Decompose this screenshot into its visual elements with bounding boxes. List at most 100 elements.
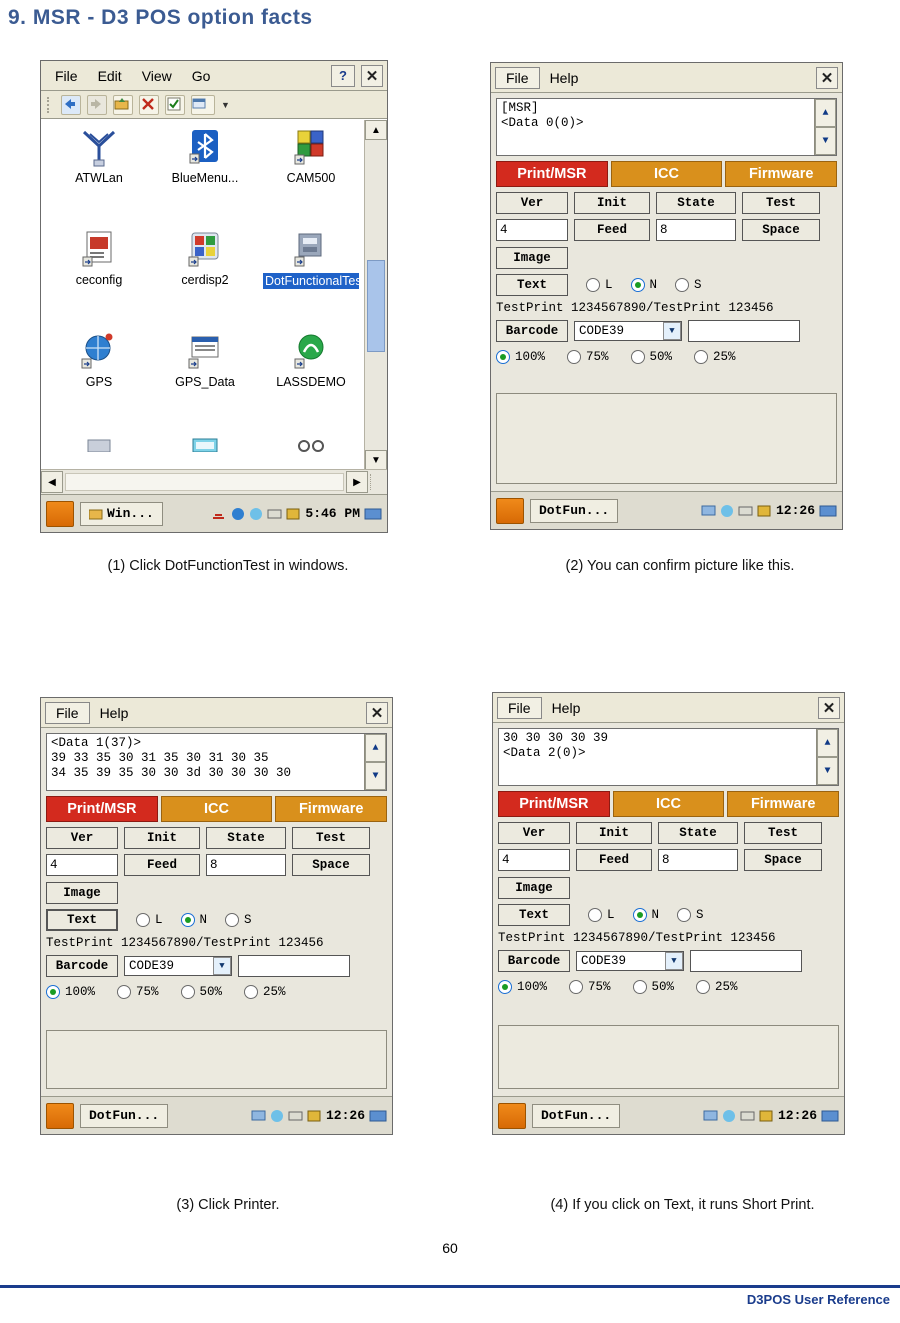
taskbar-window-button[interactable]: DotFun...	[532, 1103, 621, 1128]
menu-help[interactable]: Help	[90, 703, 139, 723]
forward-icon[interactable]	[87, 94, 107, 115]
barcode-type-select[interactable]: CODE39 ▼	[574, 321, 682, 341]
image-button[interactable]: Image	[46, 882, 118, 904]
desktop-icon-cerdisp2[interactable]: cerdisp2	[153, 230, 257, 287]
tab-firmware[interactable]: Firmware	[275, 796, 388, 822]
space-value-field[interactable]: 8	[656, 219, 736, 241]
barcode-button[interactable]: Barcode	[46, 955, 118, 977]
scroll-track[interactable]	[65, 473, 344, 491]
explorer-horizontal-scrollbar[interactable]: ◀ ▶	[41, 469, 387, 494]
barcode-type-select[interactable]: CODE39 ▼	[124, 956, 232, 976]
space-button[interactable]: Space	[292, 854, 370, 876]
radio-size-s[interactable]: S	[225, 913, 252, 927]
init-button[interactable]: Init	[124, 827, 200, 849]
tab-firmware[interactable]: Firmware	[725, 161, 838, 187]
properties-icon[interactable]	[165, 94, 185, 115]
scroll-down-icon[interactable]: ▼	[365, 762, 386, 790]
radio-size-l[interactable]: L	[588, 908, 615, 922]
init-button[interactable]: Init	[576, 822, 652, 844]
desktop-icon-partial-1[interactable]	[47, 434, 151, 455]
space-value-field[interactable]: 8	[206, 854, 286, 876]
start-icon[interactable]	[46, 500, 74, 527]
radio-scale-75[interactable]: 75%	[569, 980, 611, 994]
explorer-vertical-scrollbar[interactable]: ▲ ▼	[364, 120, 387, 470]
resize-grip[interactable]	[370, 474, 387, 490]
menu-help[interactable]: Help	[542, 698, 591, 718]
ver-button[interactable]: Ver	[498, 822, 570, 844]
radio-scale-25[interactable]: 25%	[696, 980, 738, 994]
test-button[interactable]: Test	[292, 827, 370, 849]
radio-scale-100[interactable]: 100%	[496, 350, 545, 364]
feed-value-field[interactable]: 4	[46, 854, 118, 876]
barcode-button[interactable]: Barcode	[498, 950, 570, 972]
msr2-scrollbar[interactable]: ▲ ▼	[814, 99, 836, 155]
desktop-icon-bluemenu[interactable]: BlueMenu...	[153, 128, 257, 185]
taskbar-window-button[interactable]: DotFun...	[530, 498, 619, 523]
desktop-icon-gps[interactable]: GPS	[47, 332, 151, 389]
text-button[interactable]: Text	[498, 904, 570, 926]
taskbar-window-button[interactable]: DotFun...	[80, 1103, 169, 1128]
scroll-up-icon[interactable]: ▲	[365, 734, 386, 762]
feed-button[interactable]: Feed	[576, 849, 652, 871]
radio-scale-100[interactable]: 100%	[46, 985, 95, 999]
menu-edit[interactable]: Edit	[88, 66, 132, 86]
radio-scale-75[interactable]: 75%	[117, 985, 159, 999]
chevron-down-icon[interactable]: ▼	[665, 952, 683, 970]
desktop-icon-dotfunctionaltest[interactable]: DotFunctionalTest	[259, 230, 365, 289]
desktop-icon-gps-data[interactable]: GPS_Data	[153, 332, 257, 389]
desktop-icon-atwlan[interactable]: ATWLan	[47, 128, 151, 185]
scroll-down-icon[interactable]: ▼	[817, 757, 838, 785]
menu-file[interactable]: File	[497, 696, 542, 719]
tab-icc[interactable]: ICC	[160, 796, 273, 822]
taskbar-window-button[interactable]: Win...	[80, 501, 163, 526]
menu-go[interactable]: Go	[182, 66, 221, 86]
menu-file[interactable]: File	[495, 66, 540, 89]
desktop-icon-lassdemo[interactable]: LASSDEMO	[259, 332, 363, 389]
start-icon[interactable]	[498, 1102, 526, 1129]
feed-button[interactable]: Feed	[574, 219, 650, 241]
barcode-type-select[interactable]: CODE39 ▼	[576, 951, 684, 971]
test-button[interactable]: Test	[744, 822, 822, 844]
scroll-up-icon[interactable]: ▲	[365, 120, 387, 140]
radio-size-n[interactable]: N	[632, 908, 659, 922]
barcode-text-field[interactable]	[688, 320, 800, 342]
tab-icc[interactable]: ICC	[610, 161, 723, 187]
tab-print-msr[interactable]: Print/MSR	[498, 791, 610, 817]
state-button[interactable]: State	[658, 822, 738, 844]
msr4-data-pane[interactable]: 30 30 30 30 39 <Data 2(0)> ▲ ▼	[498, 728, 839, 786]
test-button[interactable]: Test	[742, 192, 820, 214]
close-icon[interactable]: ✕	[361, 64, 383, 87]
chevron-down-icon[interactable]: ▼	[213, 957, 231, 975]
text-button[interactable]: Text	[496, 274, 568, 296]
radio-scale-50[interactable]: 50%	[632, 980, 674, 994]
msr3-scrollbar[interactable]: ▲ ▼	[364, 734, 386, 790]
radio-size-l[interactable]: L	[586, 278, 613, 292]
scroll-down-icon[interactable]: ▼	[365, 450, 387, 470]
up-folder-icon[interactable]	[113, 94, 133, 115]
back-icon[interactable]	[61, 94, 81, 115]
text-button[interactable]: Text	[46, 909, 118, 931]
close-icon[interactable]: ✕	[818, 696, 840, 719]
barcode-text-field[interactable]	[690, 950, 802, 972]
space-value-field[interactable]: 8	[658, 849, 738, 871]
tab-icc[interactable]: ICC	[612, 791, 725, 817]
image-button[interactable]: Image	[496, 247, 568, 269]
menu-view[interactable]: View	[132, 66, 182, 86]
scroll-right-icon[interactable]: ▶	[346, 471, 368, 493]
image-button[interactable]: Image	[498, 877, 570, 899]
radio-size-n[interactable]: N	[180, 913, 207, 927]
space-button[interactable]: Space	[742, 219, 820, 241]
tab-print-msr[interactable]: Print/MSR	[46, 796, 158, 822]
close-icon[interactable]: ✕	[366, 701, 388, 724]
msr3-data-pane[interactable]: <Data 1(37)> 39 33 35 30 31 35 30 31 30 …	[46, 733, 387, 791]
radio-size-s[interactable]: S	[675, 278, 702, 292]
menu-help[interactable]: Help	[540, 68, 589, 88]
desktop-icon-partial-3[interactable]	[259, 434, 363, 455]
desktop-icon-cam500[interactable]: CAM500	[259, 128, 363, 185]
radio-size-s[interactable]: S	[677, 908, 704, 922]
feed-value-field[interactable]: 4	[496, 219, 568, 241]
radio-scale-25[interactable]: 25%	[244, 985, 286, 999]
desktop-icon-ceconfig[interactable]: ceconfig	[47, 230, 151, 287]
ver-button[interactable]: Ver	[496, 192, 568, 214]
radio-scale-50[interactable]: 50%	[630, 350, 672, 364]
